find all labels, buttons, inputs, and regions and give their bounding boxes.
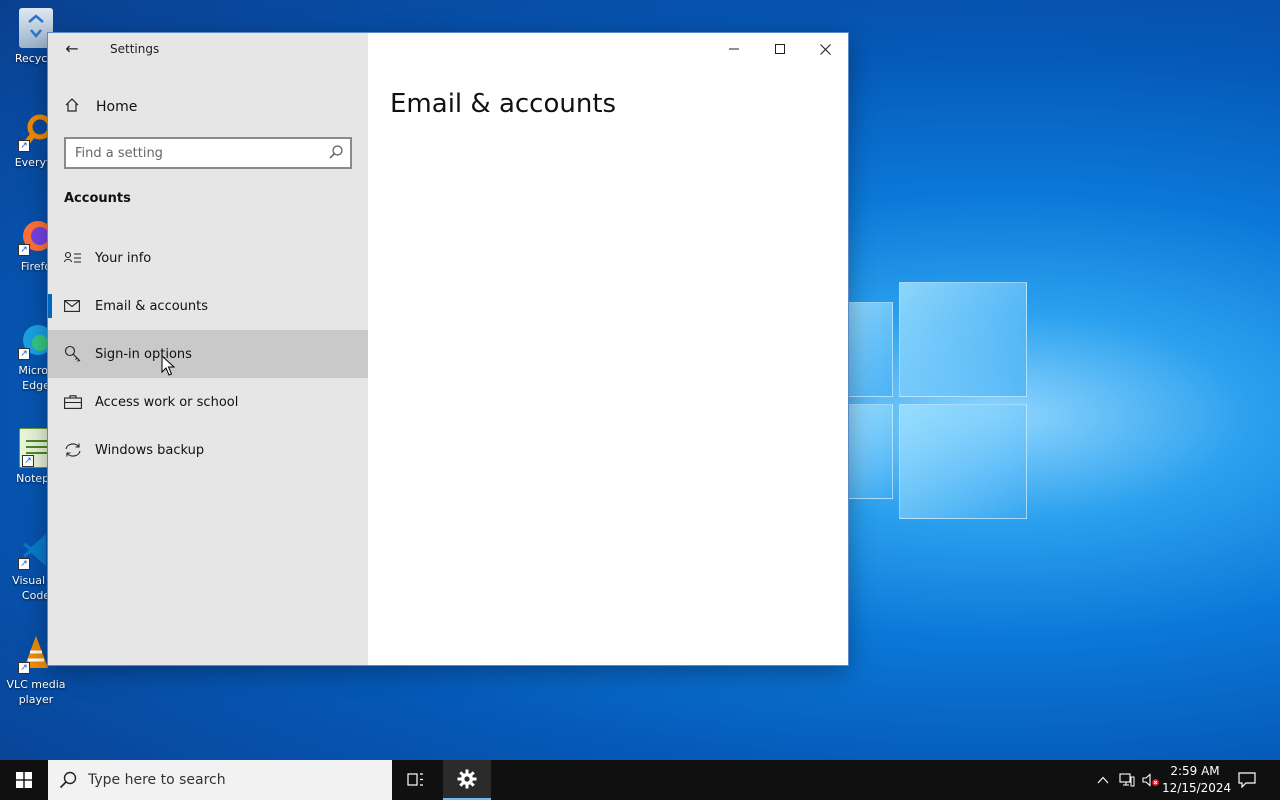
maximize-button[interactable] <box>757 33 803 65</box>
network-status-button[interactable] <box>1116 760 1138 800</box>
taskbar-search-box[interactable] <box>48 760 392 800</box>
find-setting-search-box[interactable] <box>64 137 352 169</box>
settings-content-pane: Email & accounts <box>368 33 848 665</box>
sync-icon <box>48 442 95 458</box>
taskbar-settings-app[interactable] <box>443 760 491 800</box>
mouse-cursor-icon <box>161 355 175 376</box>
windows-start-icon <box>16 772 32 788</box>
volume-button[interactable] <box>1140 760 1162 800</box>
briefcase-icon <box>48 395 95 409</box>
nav-item-windows-backup[interactable]: Windows backup <box>48 426 368 474</box>
show-hidden-icons-button[interactable] <box>1092 760 1114 800</box>
search-icon[interactable] <box>328 144 344 160</box>
notification-icon <box>1238 772 1256 788</box>
window-title: Settings <box>110 42 160 56</box>
nav-item-access-work-school[interactable]: Access work or school <box>48 378 368 426</box>
page-title: Email & accounts <box>390 89 617 119</box>
settings-window: ← Settings Home Accounts Your info <box>48 33 848 665</box>
shortcut-arrow-icon: ↗ <box>18 558 30 570</box>
minimize-icon <box>729 48 739 50</box>
chevron-up-icon <box>1097 776 1109 784</box>
nav-item-label: Your info <box>95 250 152 266</box>
settings-sidebar: ← Settings Home Accounts Your info <box>48 33 368 665</box>
contact-card-icon <box>48 251 95 265</box>
shortcut-arrow-icon: ↗ <box>18 244 30 256</box>
network-icon <box>1119 773 1135 787</box>
windows-logo-wallpaper <box>845 282 1030 522</box>
action-center-button[interactable] <box>1232 760 1262 800</box>
shortcut-arrow-icon: ↗ <box>22 455 34 467</box>
mail-icon <box>48 300 95 312</box>
start-button[interactable] <box>0 760 48 800</box>
taskbar-search-input[interactable] <box>88 772 378 788</box>
desktop-icon-label: VLC media player <box>6 678 66 706</box>
maximize-icon <box>775 44 785 54</box>
shortcut-arrow-icon: ↗ <box>18 140 30 152</box>
clock-date: 12/15/2024 <box>1162 781 1232 795</box>
section-title: Accounts <box>64 191 131 206</box>
gear-icon <box>457 769 477 789</box>
task-view-icon <box>407 773 423 786</box>
nav-item-label: Email & accounts <box>95 298 209 314</box>
nav-item-label: Windows backup <box>95 442 205 458</box>
shortcut-arrow-icon: ↗ <box>18 348 30 360</box>
search-icon <box>48 771 88 789</box>
nav-item-label: Access work or school <box>95 394 239 410</box>
volume-muted-icon <box>1142 773 1159 787</box>
home-nav-item[interactable]: Home <box>48 89 368 125</box>
nav-item-email-accounts[interactable]: Email & accounts <box>48 282 368 330</box>
taskbar: 2:59 AM 12/15/2024 <box>0 760 1280 800</box>
nav-item-label: Sign-in options <box>95 346 192 362</box>
selection-indicator <box>48 294 52 318</box>
find-setting-input[interactable] <box>66 139 316 167</box>
clock-time: 2:59 AM <box>1170 764 1220 778</box>
home-label: Home <box>96 99 138 115</box>
close-icon <box>819 43 831 55</box>
shortcut-arrow-icon: ↗ <box>18 662 30 674</box>
nav-item-your-info[interactable]: Your info <box>48 234 368 282</box>
taskbar-clock[interactable]: 2:59 AM 12/15/2024 <box>1162 763 1232 797</box>
title-bar[interactable]: ← Settings <box>48 33 368 65</box>
home-icon <box>48 97 96 117</box>
key-icon <box>48 345 95 363</box>
back-arrow-icon: ← <box>65 39 79 58</box>
nav-item-sign-in-options[interactable]: Sign-in options <box>48 330 368 378</box>
close-button[interactable] <box>802 33 848 65</box>
task-view-button[interactable] <box>392 760 440 800</box>
back-button[interactable]: ← <box>58 37 86 61</box>
minimize-button[interactable] <box>711 33 757 65</box>
